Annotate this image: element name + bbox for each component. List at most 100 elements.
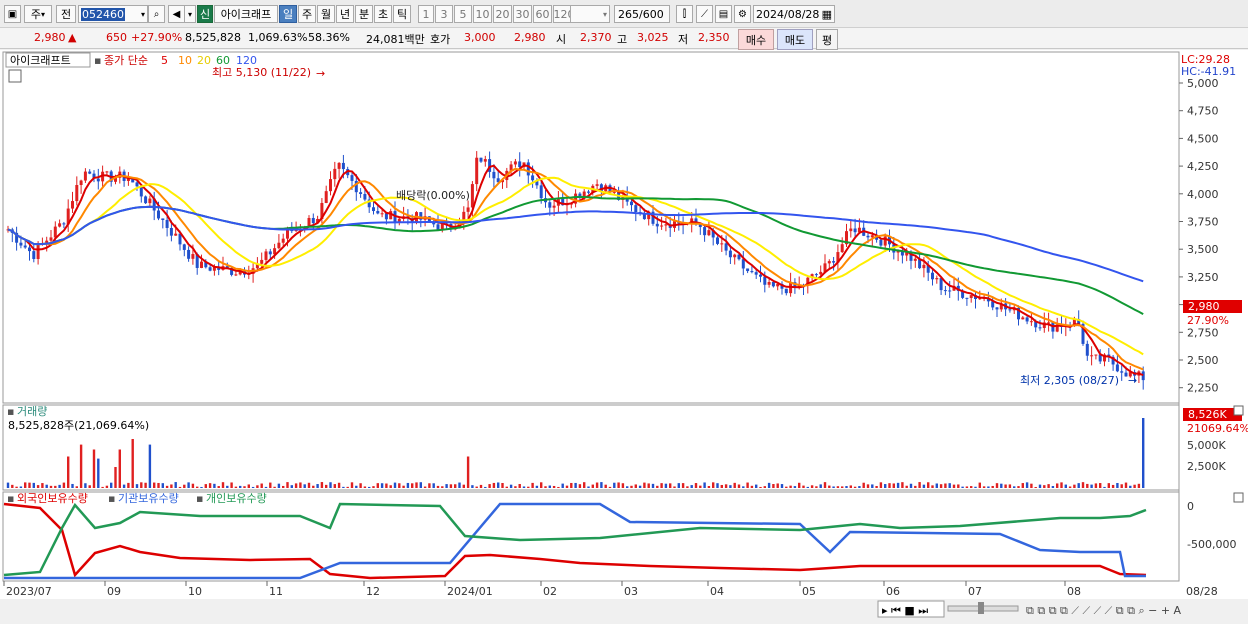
volume-bar xyxy=(62,482,66,488)
stock-chart[interactable]: 5,000 4,750 4,500 4,250 4,000 3,750 3,500 3,250… xyxy=(0,50,1248,621)
interval-button-1[interactable]: 주 xyxy=(298,5,316,23)
volume-bar xyxy=(746,482,749,488)
candle-body xyxy=(23,245,27,248)
volume-bar xyxy=(24,482,27,488)
volume-bar xyxy=(978,482,981,488)
close-icon-2[interactable] xyxy=(1233,492,1244,503)
volume-bar xyxy=(905,485,908,488)
low-label: 저 xyxy=(678,33,689,46)
candle-body xyxy=(359,192,363,195)
price-ytick-label: 4,000 xyxy=(1187,188,1219,201)
volume-bar xyxy=(1034,486,1037,488)
open-value: 2,370 xyxy=(580,31,612,44)
volume-bar xyxy=(208,483,212,488)
zoom-slider-handle[interactable] xyxy=(978,602,984,614)
interval-button-4[interactable]: 분 xyxy=(355,5,373,23)
window-menu-icon[interactable]: ▣ xyxy=(4,5,21,23)
candle-body xyxy=(552,205,556,208)
interval-button-0[interactable]: 일 xyxy=(279,5,297,23)
xtick-label: 02 xyxy=(543,585,557,598)
calendar-icon[interactable]: ▦ xyxy=(822,8,834,21)
candle-body xyxy=(260,259,264,264)
volume-bar xyxy=(626,486,629,488)
hc-label: HC:-41.91 xyxy=(1181,65,1236,78)
volume-bar xyxy=(402,485,405,488)
volume-bar xyxy=(484,486,487,488)
volume-bar xyxy=(1133,484,1136,488)
volume-bar xyxy=(995,483,999,488)
scroll-right-icon[interactable]: ▸ ⏮ ■ ⏭ xyxy=(882,604,928,617)
volume-bar xyxy=(574,482,577,488)
interval-button-5[interactable]: 초 xyxy=(374,5,392,23)
speaker-icon[interactable]: ◀ xyxy=(168,5,185,23)
chart-area[interactable]: 5,000 4,750 4,500 4,250 4,000 3,750 3,500 3,250… xyxy=(0,50,1248,621)
chevron-down-icon[interactable]: ▾ xyxy=(184,5,196,23)
volume-bar xyxy=(449,484,453,488)
sell-button[interactable]: 매도 xyxy=(777,29,813,50)
interval-button-6[interactable]: 틱 xyxy=(393,5,411,23)
avg-button[interactable]: 평 xyxy=(816,29,838,50)
date-field[interactable]: 2024/08/28 ▦ xyxy=(753,5,835,23)
count-field[interactable]: 265/600 xyxy=(614,5,670,23)
candle-body xyxy=(157,210,160,219)
table-toggle-icon[interactable] xyxy=(8,69,22,83)
candle-type-icon[interactable]: ⫿ xyxy=(676,5,693,23)
interval-button-3[interactable]: 년 xyxy=(336,5,354,23)
volume-bar xyxy=(1017,486,1020,488)
buy-button[interactable]: 매수 xyxy=(738,29,774,50)
volume-bar xyxy=(802,485,805,488)
volume-bar xyxy=(853,486,857,488)
period-select[interactable]: 주 ▾ xyxy=(24,5,52,23)
xtick-label: 2023/07 xyxy=(6,585,52,598)
volume-bar xyxy=(583,482,586,488)
minute-button-6[interactable]: 60 xyxy=(533,5,552,23)
close-icon[interactable] xyxy=(1233,405,1244,416)
volume-ratio: 1,069.63% xyxy=(248,31,308,44)
minute-button-4[interactable]: 20 xyxy=(493,5,512,23)
candle-body xyxy=(939,278,943,291)
volume-bar xyxy=(643,482,646,488)
candle-body xyxy=(182,244,186,250)
minute-button-1[interactable]: 3 xyxy=(435,5,453,23)
draw-tool-icon[interactable]: ⟋ xyxy=(696,5,713,23)
low-arrow-icon: → xyxy=(1128,374,1137,387)
gear-icon[interactable]: ⚙ xyxy=(734,5,751,23)
volume-ytick-label: 5,000K xyxy=(1187,439,1226,452)
candle-body xyxy=(707,230,711,236)
candle-body xyxy=(337,162,341,169)
minute-button-0[interactable]: 1 xyxy=(418,5,434,23)
volume-bar xyxy=(793,486,797,488)
ma60-line xyxy=(7,195,1144,315)
prev-button[interactable]: 전 xyxy=(56,5,76,23)
volume-bar xyxy=(97,458,100,488)
candle-body xyxy=(630,201,633,206)
candle-body xyxy=(372,207,375,212)
holding-panel-frame xyxy=(2,491,1180,582)
volume-bar xyxy=(337,482,341,488)
xtick-label: 07 xyxy=(968,585,982,598)
candle-body xyxy=(187,249,191,259)
volume-bar xyxy=(832,486,835,488)
code-input[interactable]: 052460 ▾ xyxy=(78,5,148,23)
volume-bar xyxy=(178,486,182,488)
search-icon[interactable]: ⌕ xyxy=(148,5,165,23)
save-icon[interactable]: ▤ xyxy=(715,5,732,23)
toolbar-tools-icon[interactable]: ⧉ ⧉ ⧉ ⧉ ⟋ ⟋ ⟋ ⟋ ⧉ ⧉ ⌕ − + A xyxy=(1026,604,1182,617)
volume-bar xyxy=(462,484,465,488)
candle-body xyxy=(724,243,728,251)
candle-body xyxy=(208,267,212,271)
legend-marker-icon: ▪ xyxy=(94,54,101,67)
minute-button-3[interactable]: 10 xyxy=(473,5,492,23)
minute-button-5[interactable]: 30 xyxy=(513,5,532,23)
candle-body xyxy=(587,191,590,193)
candle-body xyxy=(741,259,745,269)
volume-bar xyxy=(1124,482,1128,488)
candle-body xyxy=(931,272,934,280)
minute-button-2[interactable]: 5 xyxy=(454,5,472,23)
volume-bar xyxy=(716,483,719,488)
candle-body xyxy=(475,157,479,185)
interval-button-2[interactable]: 월 xyxy=(317,5,335,23)
minute-dropdown[interactable]: ▾ xyxy=(570,5,610,23)
volume-bar xyxy=(11,484,14,488)
trade-amount: 24,081백만 xyxy=(366,33,425,46)
